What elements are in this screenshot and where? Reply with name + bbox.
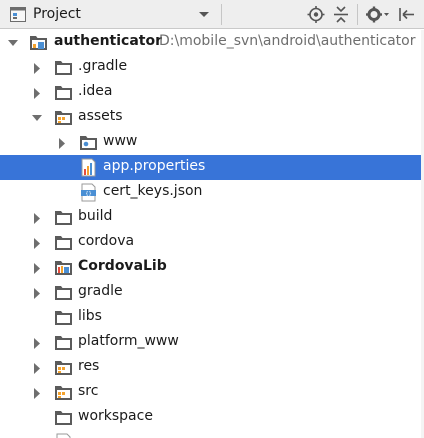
module-path: D:\mobile_svn\android\authenticator [159,33,416,49]
tree-item-cert-keys-json[interactable]: {} cert_keys.json [0,180,424,205]
collapsed-arrow-icon[interactable] [32,212,42,224]
folder-icon [54,83,74,102]
tree-item-label: authenticator [54,33,162,49]
folder-icon [54,58,74,77]
tree-item-gradle[interactable]: gradle [0,280,424,305]
tree-item-build[interactable]: build [0,205,424,230]
tree-item-dot-idea[interactable]: .idea [0,80,424,105]
tree-item-label: app.properties [103,158,206,174]
folder-icon [54,283,74,302]
collapsed-arrow-icon[interactable] [32,62,42,74]
tree-item-authenticator[interactable]: authenticator D:\mobile_svn\android\auth… [0,30,424,55]
tree-item-www[interactable]: www [0,130,424,155]
folder-icon [54,233,74,252]
tree-item-label: workspace [78,408,153,424]
collapsed-arrow-icon[interactable] [32,87,42,99]
tree-item-src[interactable]: src [0,380,424,405]
dropdown-triangle-icon[interactable] [198,7,210,25]
tree-item-label: .gradle [78,58,128,74]
tree-item-label: build [78,208,113,224]
resource-folder-icon [54,108,74,127]
module-folder-icon [29,33,49,52]
folder-icon [54,333,74,352]
tree-item-res[interactable]: res [0,355,424,380]
tree-item-label: assets [78,108,123,124]
tree-item-libs[interactable]: libs [0,305,424,330]
tree-item-dot-gradle[interactable]: .gradle [0,55,424,80]
collapsed-arrow-icon[interactable] [32,287,42,299]
collapse-all-icon[interactable] [330,4,352,25]
toolbar-divider [357,4,358,25]
tree-item-label: libs [78,308,102,324]
gear-icon[interactable] [364,4,389,25]
expanded-arrow-icon[interactable] [8,37,18,48]
tree-item-label: CordovaLib [78,258,167,274]
project-toolbar: Project [0,0,424,29]
tree-item-label: gradle [78,283,123,299]
folder-icon [54,408,74,427]
properties-file-icon [80,158,100,177]
tree-item-platform-www[interactable]: platform_www [0,330,424,355]
tree-item-cordova[interactable]: cordova [0,230,424,255]
toolbar-divider [221,4,222,25]
tree-item-label: res [78,358,100,374]
folder-icon [54,308,74,327]
tree-item-partial[interactable] [0,430,424,438]
collapsed-arrow-icon[interactable] [32,262,42,274]
project-view-icon [10,7,26,26]
tree-item-label: cert_keys.json [103,183,203,199]
tree-item-label: cordova [78,233,135,249]
tree-item-workspace[interactable]: workspace [0,405,424,430]
library-module-folder-icon [54,258,74,277]
hide-panel-icon[interactable] [396,4,418,25]
svg-text:{}: {} [85,191,91,197]
tree-item-label: src [78,383,99,399]
json-file-icon: {} [80,183,100,202]
collapsed-arrow-icon[interactable] [32,362,42,374]
resource-folder-icon [54,358,74,377]
collapsed-arrow-icon[interactable] [57,137,67,149]
tree-item-cordovalib[interactable]: CordovaLib [0,255,424,280]
collapsed-arrow-icon[interactable] [32,337,42,349]
resource-folder-icon [54,383,74,402]
collapsed-arrow-icon[interactable] [32,237,42,249]
project-view-selector[interactable]: Project [0,0,219,29]
tree-item-label: www [103,133,138,149]
project-tree: authenticator D:\mobile_svn\android\auth… [0,30,424,438]
tree-item-app-properties[interactable]: app.properties [0,155,424,180]
project-view-label: Project [33,6,81,22]
expanded-arrow-icon[interactable] [32,112,42,123]
file-icon [55,433,75,438]
tree-item-label: platform_www [78,333,179,349]
tree-item-label: .idea [78,83,113,99]
locate-icon[interactable] [305,4,327,25]
collapsed-arrow-icon[interactable] [32,387,42,399]
tree-item-assets[interactable]: assets [0,105,424,130]
web-folder-icon [79,133,99,152]
folder-icon [54,208,74,227]
